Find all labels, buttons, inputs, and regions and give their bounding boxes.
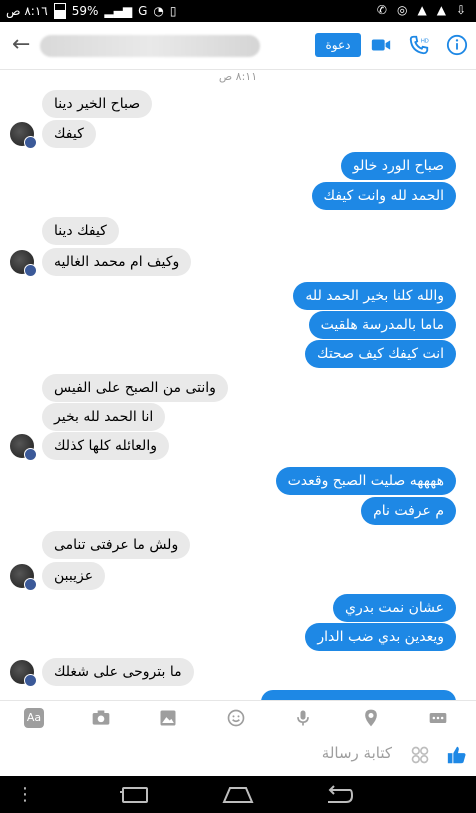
incoming-message[interactable]: وانتى من الصبح على الفيس	[42, 374, 228, 402]
status-time: ٨:١٦ ص	[6, 4, 48, 18]
outgoing-message[interactable]: صباح الورد خالو	[340, 152, 456, 180]
incoming-message[interactable]: كيفك	[42, 120, 96, 148]
recent-apps-icon[interactable]	[120, 786, 150, 804]
location-icon[interactable]	[361, 708, 381, 728]
back-icon[interactable]	[324, 784, 354, 804]
back-arrow-icon[interactable]: ←	[12, 32, 30, 57]
download-icon: ⇩	[455, 3, 466, 17]
message-timestamp: ٨:١١ ص	[218, 70, 258, 83]
outgoing-message[interactable]: الحمد لله وانت كيفك	[311, 182, 456, 210]
status-right: ✆ ◎ ▲ ▲ ⇩	[377, 3, 466, 17]
outgoing-message[interactable]: والله كلنا بخير الحمد لله	[293, 282, 456, 310]
like-icon[interactable]	[446, 744, 468, 766]
contact-avatar[interactable]	[8, 120, 37, 149]
battery-icon	[53, 3, 66, 19]
incoming-message[interactable]: كيفك دينا	[42, 217, 119, 245]
camera-icon[interactable]	[91, 708, 111, 728]
incoming-message[interactable]: وكيف ام محمد الغاليه	[42, 248, 192, 276]
menu-dots-icon[interactable]: ⋮	[16, 784, 34, 805]
incoming-message[interactable]: انا الحمد لله بخير	[42, 403, 166, 431]
incoming-message[interactable]: صباح الخير دينا	[42, 90, 153, 118]
sticker-icon[interactable]	[410, 745, 430, 765]
incoming-message[interactable]: عزيببن	[42, 562, 106, 590]
contact-avatar[interactable]	[8, 562, 37, 591]
status-bar: ٨:١٦ ص 59% ▂▄▆ G ◔ ▯ ✆ ◎ ▲ ▲ ⇩	[0, 0, 476, 22]
video-call-icon[interactable]	[370, 34, 392, 56]
facebook-badge-icon	[24, 674, 37, 687]
incoming-message[interactable]: والعائله كلها كذلك	[42, 432, 169, 460]
outgoing-message[interactable]: ويعدين بدي ضب الدار	[305, 623, 456, 651]
signal-icon: ▂▄▆	[104, 4, 133, 18]
status-left: ٨:١٦ ص 59% ▂▄▆ G ◔ ▯	[6, 3, 176, 19]
android-navigation-bar: ⋮	[0, 776, 476, 813]
composer-toolbar: Aa	[0, 700, 476, 735]
outgoing-message[interactable]: عشان نمت بدري	[333, 594, 456, 622]
contact-avatar[interactable]	[8, 658, 37, 687]
message-list[interactable]: ٨:١١ ص صباح الخير دينا كيفك صباح الورد خ…	[0, 70, 476, 702]
app-notification-icon: ◎	[396, 3, 408, 17]
svg-text:HD: HD	[421, 38, 429, 44]
outgoing-message[interactable]: م عرفت نام	[361, 497, 456, 525]
message-composer: كتابة رسالة	[0, 734, 476, 776]
incoming-message[interactable]: ما بتروحى على شغلك	[42, 658, 194, 686]
wifi-icon: ◔	[153, 4, 164, 18]
contact-avatar[interactable]	[8, 432, 37, 461]
home-icon[interactable]	[222, 784, 254, 804]
text-format-icon[interactable]: Aa	[24, 708, 44, 728]
facebook-badge-icon	[24, 578, 37, 591]
gallery-icon[interactable]	[158, 708, 178, 728]
outgoing-message[interactable]: انت كيفك كيف صحتك	[305, 340, 456, 368]
vibrate-icon: ▯	[169, 4, 177, 18]
incoming-message[interactable]: ولش ما عرفتى تنامى	[42, 531, 191, 559]
network-type: G	[138, 4, 148, 18]
microphone-icon[interactable]	[293, 708, 313, 728]
warning-icon: ▲	[417, 3, 427, 17]
facebook-badge-icon	[24, 448, 37, 461]
outgoing-message[interactable]: ههههه صليت الصبح وقعدت	[275, 467, 456, 495]
emoji-icon[interactable]	[226, 708, 246, 728]
invite-button[interactable]: دعوة	[315, 33, 361, 57]
info-icon[interactable]	[446, 34, 468, 56]
facebook-badge-icon	[24, 264, 37, 277]
missed-call-icon: ✆	[376, 3, 387, 17]
chat-header: ← دعوة HD	[0, 22, 476, 70]
outgoing-message[interactable]: ماما بالمدرسة هلقيت	[308, 311, 456, 339]
hd-call-icon[interactable]: HD	[408, 34, 430, 56]
facebook-badge-icon	[24, 136, 37, 149]
battery-percent: 59%	[71, 4, 99, 18]
message-input[interactable]: كتابة رسالة	[322, 744, 392, 762]
contact-avatar[interactable]	[8, 248, 37, 277]
more-options-icon[interactable]	[428, 708, 448, 728]
contact-name-blurred	[40, 35, 260, 57]
warning-icon-2: ▲	[436, 3, 446, 17]
